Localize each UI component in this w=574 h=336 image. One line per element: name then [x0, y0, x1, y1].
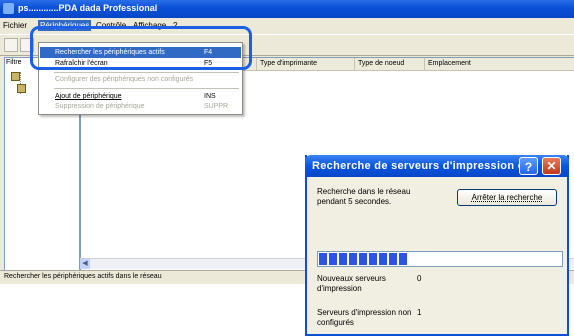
window-title: ps............PDA dada Professional [18, 3, 158, 13]
unconfigured-servers-value: 1 [417, 308, 422, 317]
column-header-node-type[interactable]: Type de noeud [355, 58, 425, 70]
menu-separator [54, 72, 239, 73]
tree-header: Filtre [6, 59, 22, 66]
menu-item-label: Configurer des périphériques non configu… [55, 76, 194, 83]
unconfigured-servers-label-line1: Serveurs d'impression non [317, 308, 412, 317]
callout-highlight-outline [30, 26, 252, 70]
status-text: Rechercher les périphériques actifs dans… [4, 273, 162, 280]
progress-block [379, 253, 387, 265]
menu-item-shortcut: SUPPR [204, 103, 229, 110]
new-servers-value: 0 [417, 274, 422, 283]
dialog-title: Recherche de serveurs d'impression e... [312, 160, 535, 172]
menu-item-label: Suppression de périphérique [55, 103, 145, 110]
new-servers-label-line1: Nouveaux serveurs [317, 274, 386, 283]
title-bar[interactable]: ps............PDA dada Professional [0, 0, 574, 18]
column-header-location[interactable]: Emplacement [425, 58, 574, 70]
progress-block [369, 253, 377, 265]
stop-search-label: Arrêter la recherche [471, 193, 543, 202]
progress-block [389, 253, 397, 265]
menu-item-configure-unconfigured[interactable]: Configurer des périphériques non configu… [40, 74, 241, 85]
unconfigured-servers-label-line2: configurés [317, 318, 354, 327]
help-icon[interactable]: ? [519, 157, 538, 175]
progress-block [319, 253, 327, 265]
progress-block [329, 253, 337, 265]
search-progress-bar [317, 251, 563, 267]
stop-search-button[interactable]: Arrêter la recherche [457, 189, 557, 206]
dialog-title-bar[interactable]: Recherche de serveurs d'impression e... … [305, 155, 569, 177]
search-description-line2: pendant 5 secondes. [317, 197, 392, 206]
menu-separator [54, 88, 239, 89]
menu-item-delete-device[interactable]: Suppression de périphérique SUPPR [40, 101, 241, 112]
column-header-printer-type[interactable]: Type d'imprimante [257, 58, 355, 70]
search-description-line1: Recherche dans le réseau [317, 187, 411, 196]
progress-block [339, 253, 347, 265]
printer-group-icon[interactable] [11, 72, 20, 81]
menu-fichier[interactable]: Fichier [3, 21, 27, 30]
progress-block [349, 253, 357, 265]
progress-block [359, 253, 367, 265]
app-icon [3, 3, 14, 14]
scroll-left-icon[interactable]: ◀ [80, 259, 90, 269]
printer-group-icon[interactable] [17, 84, 26, 93]
close-icon[interactable]: ✕ [542, 157, 561, 175]
progress-block [399, 253, 407, 265]
search-dialog: Recherche dans le réseau pendant 5 secon… [305, 155, 569, 336]
toolbar-search-icon[interactable] [4, 38, 18, 52]
new-servers-label-line2: d'impression [317, 284, 362, 293]
